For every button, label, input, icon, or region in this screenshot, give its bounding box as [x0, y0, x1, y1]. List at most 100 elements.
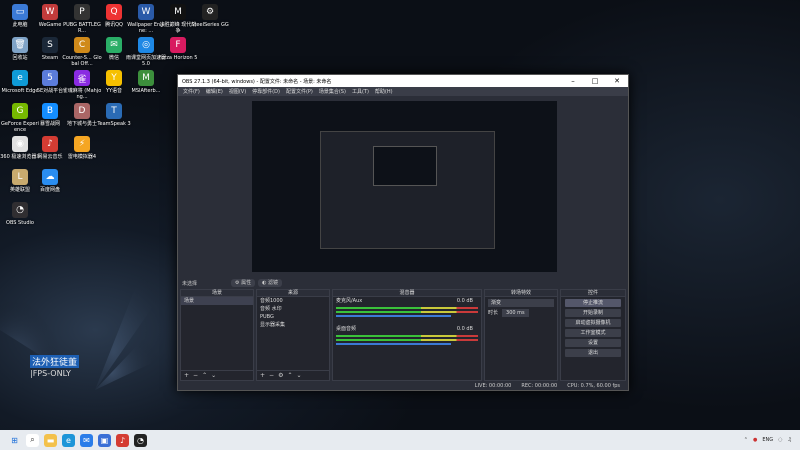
move-down-icon[interactable]: ⌄	[211, 372, 216, 379]
desktop-icon[interactable]: ◔ OBS Studio	[0, 202, 40, 226]
obs-window[interactable]: OBS 27.1.3 (64-bit, windows) - 配置文件: 未命名…	[177, 74, 629, 391]
desktop-icon[interactable]: ⚙ SteelSeries GG	[190, 4, 230, 28]
desktop-icon[interactable]: F Forza Horizon 5	[158, 37, 198, 61]
app-icon: Q	[106, 4, 122, 20]
source-item[interactable]: 音频1000	[257, 297, 329, 305]
mixer-track: 麦克风/Aux 0.0 dB	[333, 297, 481, 305]
duration-input[interactable]: 300 ms	[502, 309, 529, 317]
edge-icon[interactable]: e	[62, 433, 75, 447]
sources-header: 来源	[257, 290, 329, 297]
search-icon[interactable]: ⌕	[26, 433, 39, 447]
preview-canvas[interactable]	[252, 101, 557, 272]
remove-icon[interactable]: −	[269, 372, 274, 379]
app-icon: 🗑	[12, 37, 28, 53]
volume-meter	[336, 307, 478, 309]
desktop-icon[interactable]: ⚡ 雷电模拟器4	[62, 136, 102, 160]
language-indicator[interactable]: ENG	[762, 437, 773, 443]
minimize-icon[interactable]: –	[562, 77, 584, 85]
app-icon: ☁	[42, 169, 58, 185]
system-tray: ⌃ ● ENG ◌ ♫	[744, 437, 800, 443]
source-item[interactable]: PUBG	[257, 313, 329, 321]
properties-button[interactable]: ⚙ 属性	[231, 279, 256, 287]
menu-help[interactable]: 帮助(H)	[375, 88, 393, 95]
desktop-icon[interactable]: ☁ 百度网盘	[30, 169, 70, 193]
menu-scene-collection[interactable]: 场景集合(S)	[319, 88, 346, 95]
file-explorer-icon[interactable]: ▬	[44, 433, 57, 447]
app-icon: 5	[42, 70, 58, 86]
store-icon[interactable]: ▣	[98, 433, 111, 447]
obs-icon[interactable]: ◔	[134, 433, 147, 447]
start-recording-button[interactable]: 开始录制	[565, 309, 621, 317]
desktop-icon[interactable]: M MSIAfterb...	[126, 70, 166, 94]
exit-button[interactable]: 退出	[565, 349, 621, 357]
preview-area	[178, 96, 628, 278]
network-icon[interactable]: ◌	[778, 437, 782, 443]
volume-slider[interactable]	[336, 343, 451, 345]
menu-view[interactable]: 视图(V)	[229, 88, 246, 95]
volume-meter	[336, 335, 478, 337]
close-icon[interactable]: ✕	[606, 77, 628, 85]
obs-title-bar[interactable]: OBS 27.1.3 (64-bit, windows) - 配置文件: 未命名…	[178, 75, 628, 87]
desktop-icon[interactable]: T TeamSpeak 3	[94, 103, 134, 127]
volume-slider[interactable]	[336, 315, 451, 317]
menu-tools[interactable]: 工具(T)	[352, 88, 369, 95]
mixer-header: 混音器	[333, 290, 481, 297]
tray-app-icon[interactable]: ●	[753, 437, 757, 443]
menu-edit[interactable]: 编辑(E)	[206, 88, 223, 95]
transition-select[interactable]: 渐变	[488, 299, 554, 307]
app-icon: D	[74, 103, 90, 119]
add-icon[interactable]: +	[184, 372, 189, 379]
studio-mode-button[interactable]: 工作室模式	[565, 329, 621, 337]
desktop-icon-label: MSIAfterb...	[131, 88, 161, 94]
nested-obs-preview	[320, 131, 495, 249]
menu-file[interactable]: 文件(F)	[183, 88, 200, 95]
watermark-name: 法外狂徒董	[30, 355, 80, 368]
app-icon: ◉	[12, 136, 28, 152]
virtual-camera-button[interactable]: 启动虚拟摄像机	[565, 319, 621, 327]
app-icon: S	[42, 37, 58, 53]
move-up-icon[interactable]: ⌃	[202, 372, 207, 379]
windows-logo-icon[interactable]: ⊞	[8, 434, 21, 447]
rec-status: REC: 00:00:00	[521, 382, 558, 389]
netease-music-icon[interactable]: ♪	[116, 433, 129, 447]
chevron-up-icon[interactable]: ⌃	[744, 437, 748, 443]
desktop-icon-label: SteelSeries GG	[191, 22, 229, 28]
move-up-icon[interactable]: ⌃	[287, 372, 292, 379]
app-icon: W	[138, 4, 154, 20]
remove-icon[interactable]: −	[193, 372, 198, 379]
source-toolbar: 未选择 ⚙ 属性 ◐ 滤镜	[178, 278, 628, 288]
desktop-icon-label: 百度网盘	[39, 187, 60, 193]
obs-title-text: OBS 27.1.3 (64-bit, windows) - 配置文件: 未命名…	[182, 78, 332, 85]
desktop-icon-label: TeamSpeak 3	[97, 121, 131, 127]
gear-icon[interactable]: ⚙	[278, 372, 283, 379]
add-icon[interactable]: +	[260, 372, 265, 379]
live-status: LIVE: 00:00:00	[474, 382, 512, 389]
duration-label: 时长	[488, 310, 499, 316]
taskbar: ⊞ ⌕ ▬ e ✉ ▣ ♪ ◔ ⌃ ● ENG ◌ ♫	[0, 430, 800, 450]
filters-button[interactable]: ◐ 滤镜	[258, 279, 283, 287]
app-icon: T	[106, 103, 122, 119]
source-item[interactable]: 音频 水印	[257, 305, 329, 313]
menu-docks[interactable]: 停靠部件(D)	[252, 88, 280, 95]
app-icon: ✉	[106, 37, 122, 53]
volume-icon[interactable]: ♫	[788, 437, 792, 443]
scene-item[interactable]: 场景	[181, 297, 253, 305]
settings-button[interactable]: 设置	[565, 339, 621, 347]
maximize-icon[interactable]: □	[584, 77, 606, 85]
app-icon: C	[74, 37, 90, 53]
watermark-tag: |FPS-ONLY	[30, 369, 71, 378]
desktop-icon-label: OBS Studio	[6, 220, 34, 226]
app-icon: ◔	[12, 202, 28, 218]
app-icon: B	[42, 103, 58, 119]
audio-mixer-dock: 混音器 麦克风/Aux 0.0 dB 桌面音频 0.0 dB	[332, 289, 482, 381]
source-item[interactable]: 显示器采集	[257, 321, 329, 329]
track-db: 0.0 dB	[456, 298, 473, 304]
no-source-label: 未选择	[182, 280, 198, 287]
menu-profile[interactable]: 配置文件(P)	[286, 88, 313, 95]
move-down-icon[interactable]: ⌄	[296, 372, 301, 379]
mail-icon[interactable]: ✉	[80, 433, 93, 447]
stop-streaming-button[interactable]: 停止推流	[565, 299, 621, 307]
transition-duration: 时长 300 ms	[485, 309, 557, 317]
mixer-track: 桌面音频 0.0 dB	[333, 325, 481, 333]
streamer-watermark: 法外狂徒董 |FPS-ONLY	[30, 350, 80, 378]
